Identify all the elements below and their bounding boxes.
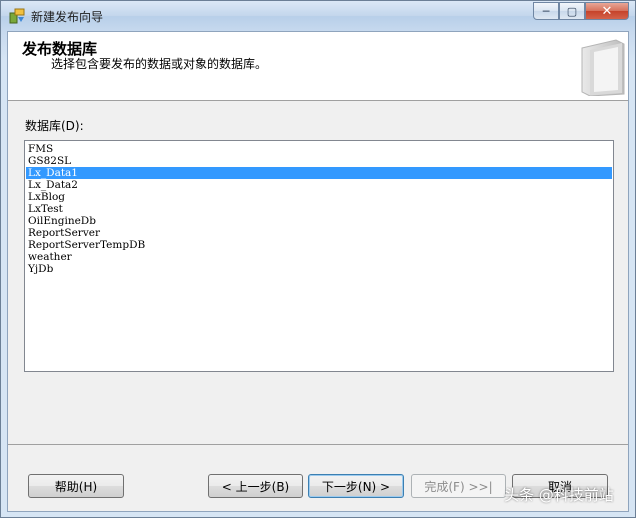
list-item[interactable]: Lx_Data2 xyxy=(26,179,612,191)
close-button[interactable]: ✕ xyxy=(585,2,629,20)
wizard-client-area: 发布数据库 选择包含要发布的数据或对象的数据库。 数据库(D): FMS GS8… xyxy=(7,31,629,512)
list-item[interactable]: GS82SL xyxy=(26,155,612,167)
window-title: 新建发布向导 xyxy=(31,10,104,24)
wizard-window: 新建发布向导 ─ ▢ ✕ 发布数据库 选择包含要发布的数据或对象的数据库。 数据… xyxy=(0,0,636,518)
next-button[interactable]: 下一步(N) > xyxy=(308,474,404,498)
page-subtitle: 选择包含要发布的数据或对象的数据库。 xyxy=(51,57,268,71)
maximize-icon: ▢ xyxy=(566,4,578,18)
list-item[interactable]: FMS xyxy=(26,143,612,155)
list-item[interactable]: ReportServer xyxy=(26,227,612,239)
list-item[interactable]: weather xyxy=(26,251,612,263)
list-item[interactable]: YjDb xyxy=(26,263,612,275)
wizard-banner-icon xyxy=(581,39,625,96)
watermark: 头条 @科技前站 xyxy=(504,486,614,504)
database-listbox[interactable]: FMS GS82SL Lx_Data1 Lx_Data2 LxBlog LxTe… xyxy=(24,140,614,372)
footer-divider xyxy=(8,444,628,445)
list-item-selected[interactable]: Lx_Data1 xyxy=(26,167,612,179)
list-item[interactable]: OilEngineDb xyxy=(26,215,612,227)
wizard-header: 发布数据库 选择包含要发布的数据或对象的数据库。 xyxy=(8,32,628,101)
close-icon: ✕ xyxy=(601,3,613,19)
minimize-button[interactable]: ─ xyxy=(533,2,559,20)
finish-button[interactable]: 完成(F) >>| xyxy=(411,474,506,498)
wizard-app-icon xyxy=(9,8,25,24)
list-item[interactable]: ReportServerTempDB xyxy=(26,239,612,251)
database-list-label: 数据库(D): xyxy=(25,119,84,133)
help-button[interactable]: 帮助(H) xyxy=(28,474,124,498)
list-item[interactable]: LxTest xyxy=(26,203,612,215)
title-bar[interactable]: 新建发布向导 ─ ▢ ✕ xyxy=(1,1,635,31)
back-button[interactable]: < 上一步(B) xyxy=(208,474,303,498)
list-item[interactable]: LxBlog xyxy=(26,191,612,203)
maximize-button[interactable]: ▢ xyxy=(559,2,585,20)
minimize-icon: ─ xyxy=(542,4,550,18)
